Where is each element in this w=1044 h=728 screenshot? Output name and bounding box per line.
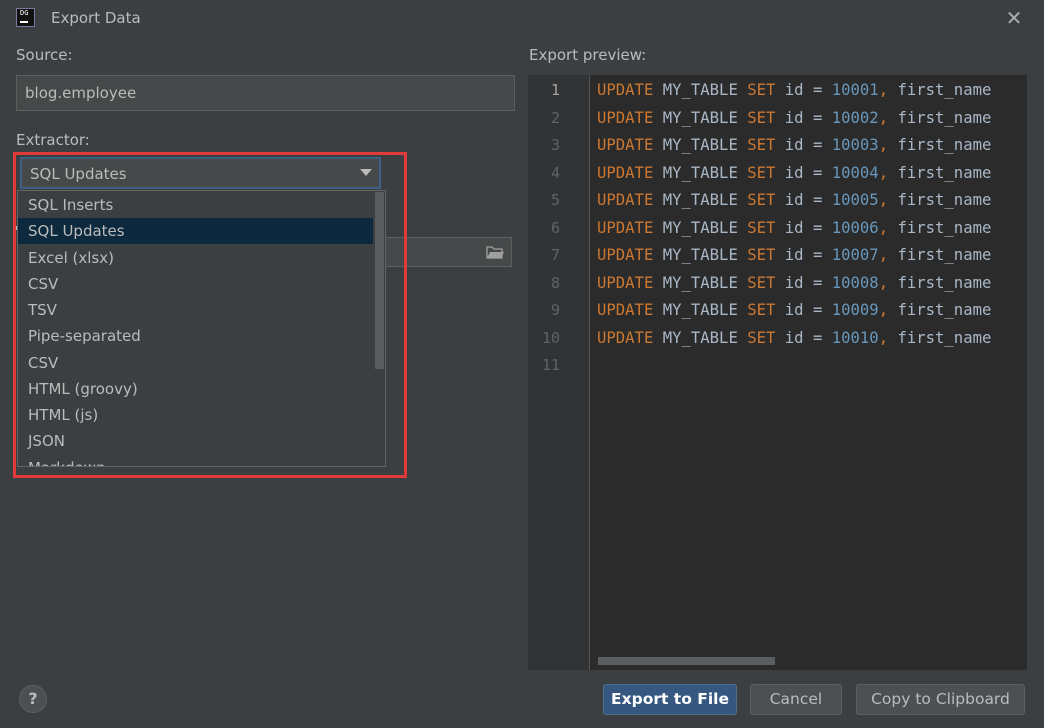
line-number: 6 — [550, 219, 560, 237]
line-number: 3 — [550, 136, 560, 154]
code-line: UPDATE MY_TABLE SET id = 10002, first_na… — [597, 109, 992, 127]
window-title: Export Data — [51, 9, 141, 27]
export-preview[interactable]: 1 2 3 4 5 6 7 8 9 10 11 UPDATE MY_TABLE … — [528, 75, 1027, 670]
extractor-combo[interactable]: SQL Updates — [20, 157, 381, 189]
chevron-down-icon[interactable] — [360, 169, 372, 176]
line-number: 9 — [550, 301, 560, 319]
dropdown-item-csv[interactable]: CSV — [18, 271, 373, 297]
dropdown-item-json[interactable]: JSON — [18, 428, 373, 454]
line-number: 11 — [541, 356, 560, 374]
line-number: 7 — [550, 246, 560, 264]
close-icon[interactable]: ✕ — [1004, 8, 1024, 28]
extractor-label: Extractor: — [16, 131, 90, 149]
app-icon-label: DG — [20, 9, 29, 17]
dropdown-item-excel[interactable]: Excel (xlsx) — [18, 245, 373, 271]
help-button[interactable]: ? — [19, 685, 47, 713]
code-line: UPDATE MY_TABLE SET id = 10008, first_na… — [597, 274, 992, 292]
code-line: UPDATE MY_TABLE SET id = 10006, first_na… — [597, 219, 992, 237]
dropdown-scrollbar-thumb[interactable] — [375, 192, 384, 369]
dropdown-item-sql-inserts[interactable]: SQL Inserts — [18, 192, 373, 218]
preview-horizontal-scrollbar[interactable] — [598, 657, 775, 665]
export-to-file-button[interactable]: Export to File — [603, 684, 737, 715]
dropdown-item-markdown[interactable]: Markdown — [18, 455, 373, 466]
code-line: UPDATE MY_TABLE SET id = 10005, first_na… — [597, 191, 992, 209]
code-line: UPDATE MY_TABLE SET id = 10001, first_na… — [597, 81, 992, 99]
extractor-dropdown-list[interactable]: SQL Inserts SQL Updates Excel (xlsx) CSV… — [17, 190, 386, 467]
code-line: UPDATE MY_TABLE SET id = 10009, first_na… — [597, 301, 992, 319]
line-number: 4 — [550, 164, 560, 182]
line-number: 5 — [550, 191, 560, 209]
source-label: Source: — [16, 46, 73, 64]
line-number: 1 — [550, 81, 560, 99]
source-field[interactable]: blog.employee — [16, 75, 515, 111]
dropdown-item-sql-updates[interactable]: SQL Updates — [18, 218, 373, 244]
copy-to-clipboard-button[interactable]: Copy to Clipboard — [856, 684, 1025, 715]
datagrip-icon: DG — [16, 8, 35, 27]
title-bar: DG Export Data ✕ — [0, 0, 1044, 38]
folder-icon[interactable] — [486, 245, 504, 259]
code-line: UPDATE MY_TABLE SET id = 10003, first_na… — [597, 136, 992, 154]
code-line: UPDATE MY_TABLE SET id = 10007, first_na… — [597, 246, 992, 264]
dropdown-item-csv-2[interactable]: CSV — [18, 350, 373, 376]
dropdown-item-html-groovy[interactable]: HTML (groovy) — [18, 376, 373, 402]
code-line: UPDATE MY_TABLE SET id = 10010, first_na… — [597, 329, 992, 347]
line-number: 8 — [550, 274, 560, 292]
dropdown-item-pipe-separated[interactable]: Pipe-separated — [18, 323, 373, 349]
code-line: UPDATE MY_TABLE SET id = 10004, first_na… — [597, 164, 992, 182]
preview-label: Export preview: — [529, 46, 647, 64]
line-number: 10 — [541, 329, 560, 347]
dropdown-item-tsv[interactable]: TSV — [18, 297, 373, 323]
line-number: 2 — [550, 109, 560, 127]
gutter-separator — [589, 75, 590, 670]
dropdown-item-html-js[interactable]: HTML (js) — [18, 402, 373, 428]
cancel-button[interactable]: Cancel — [750, 684, 842, 715]
